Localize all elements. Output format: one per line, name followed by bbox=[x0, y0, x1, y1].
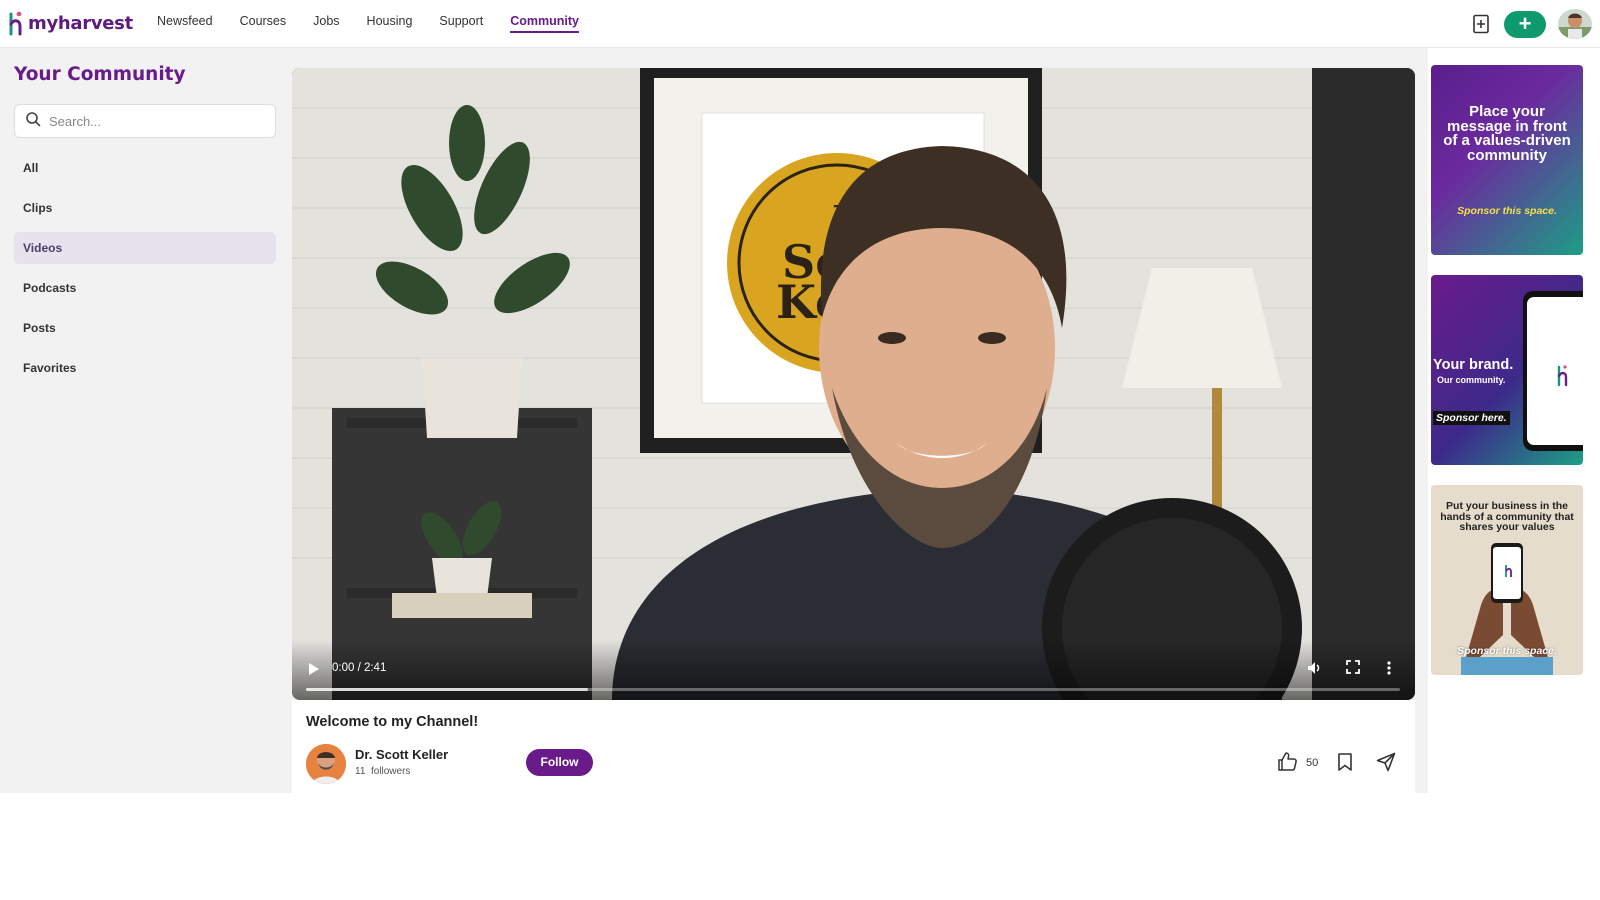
community-sidebar: Your Community All Clips Videos Podcasts… bbox=[0, 48, 292, 793]
sidebar-item-podcasts[interactable]: Podcasts bbox=[14, 272, 276, 304]
author-avatar[interactable] bbox=[306, 744, 346, 784]
nav-housing[interactable]: Housing bbox=[367, 14, 413, 33]
video-player[interactable]: D Sc Ke 0:0 bbox=[292, 68, 1415, 700]
logo-icon bbox=[8, 10, 24, 36]
followers-label: followers bbox=[370, 766, 411, 777]
nav-courses[interactable]: Courses bbox=[240, 14, 287, 33]
share-icon[interactable] bbox=[1376, 752, 1396, 777]
user-avatar[interactable] bbox=[1558, 9, 1592, 39]
volume-icon[interactable] bbox=[1306, 660, 1322, 681]
video-progress-buffered bbox=[306, 688, 589, 691]
like-button[interactable]: 50 bbox=[1277, 751, 1318, 775]
author-followers: 11 followers bbox=[355, 766, 410, 777]
main-nav: Newsfeed Courses Jobs Housing Support Co… bbox=[157, 14, 606, 33]
video-progress-bar[interactable] bbox=[306, 688, 1400, 691]
video-title: Welcome to my Channel! bbox=[306, 714, 479, 730]
ad-3-text: Put your business in the hands of a comm… bbox=[1440, 500, 1574, 533]
nav-jobs[interactable]: Jobs bbox=[313, 14, 339, 33]
new-document-icon[interactable] bbox=[1470, 13, 1492, 35]
video-info: Welcome to my Channel! Dr. Scott Keller … bbox=[292, 700, 1415, 793]
bookmark-icon[interactable] bbox=[1337, 752, 1353, 777]
sidebar-item-videos[interactable]: Videos bbox=[14, 232, 276, 264]
sidebar-item-posts[interactable]: Posts bbox=[14, 312, 276, 344]
sidebar-item-clips[interactable]: Clips bbox=[14, 192, 276, 224]
followers-count: 11 bbox=[355, 766, 366, 777]
thumbs-up-icon bbox=[1277, 751, 1298, 775]
nav-support[interactable]: Support bbox=[439, 14, 483, 33]
ad-2-title: Your brand. bbox=[1433, 357, 1514, 373]
search-icon bbox=[25, 111, 41, 132]
brand-name: myharvest bbox=[28, 12, 133, 34]
video-time: 0:00 / 2:41 bbox=[332, 662, 387, 674]
ad-2-cta: Sponsor here. bbox=[1433, 411, 1510, 425]
follow-button[interactable]: Follow bbox=[526, 749, 593, 776]
like-count: 50 bbox=[1306, 757, 1319, 769]
nav-newsfeed[interactable]: Newsfeed bbox=[157, 14, 213, 33]
ad-1-text: Place your message in front of a values-… bbox=[1443, 103, 1571, 164]
fullscreen-icon[interactable] bbox=[1346, 660, 1360, 679]
sidebar-title: Your Community bbox=[14, 64, 186, 85]
play-icon[interactable] bbox=[308, 662, 322, 676]
sponsor-ad-3[interactable]: Put your business in the hands of a comm… bbox=[1431, 485, 1583, 675]
phone-illustration bbox=[1523, 291, 1583, 451]
search-box bbox=[14, 104, 276, 138]
more-options-icon[interactable] bbox=[1386, 660, 1392, 681]
search-input[interactable] bbox=[49, 113, 249, 129]
ad-3-cta: Sponsor this space. bbox=[1457, 645, 1557, 657]
video-frame: D Sc Ke bbox=[292, 68, 1415, 700]
video-controls: 0:00 / 2:41 bbox=[292, 640, 1415, 700]
sponsor-ad-2[interactable]: Your brand. Our community. Sponsor here. bbox=[1431, 275, 1583, 465]
nav-community[interactable]: Community bbox=[510, 14, 579, 33]
ad-2-subtitle: Our community. bbox=[1437, 375, 1506, 385]
sponsor-ad-1[interactable]: Place your message in front of a values-… bbox=[1431, 65, 1583, 255]
ad-1-cta: Sponsor this space. bbox=[1457, 205, 1557, 217]
header-actions: + bbox=[1470, 9, 1592, 39]
sidebar-item-favorites[interactable]: Favorites bbox=[14, 352, 276, 384]
add-button[interactable]: + bbox=[1504, 10, 1546, 38]
brand-logo[interactable]: myharvest bbox=[8, 10, 133, 36]
top-navbar: myharvest Newsfeed Courses Jobs Housing … bbox=[0, 0, 1600, 48]
author-name[interactable]: Dr. Scott Keller bbox=[355, 747, 448, 762]
sidebar-item-all[interactable]: All bbox=[14, 152, 276, 184]
